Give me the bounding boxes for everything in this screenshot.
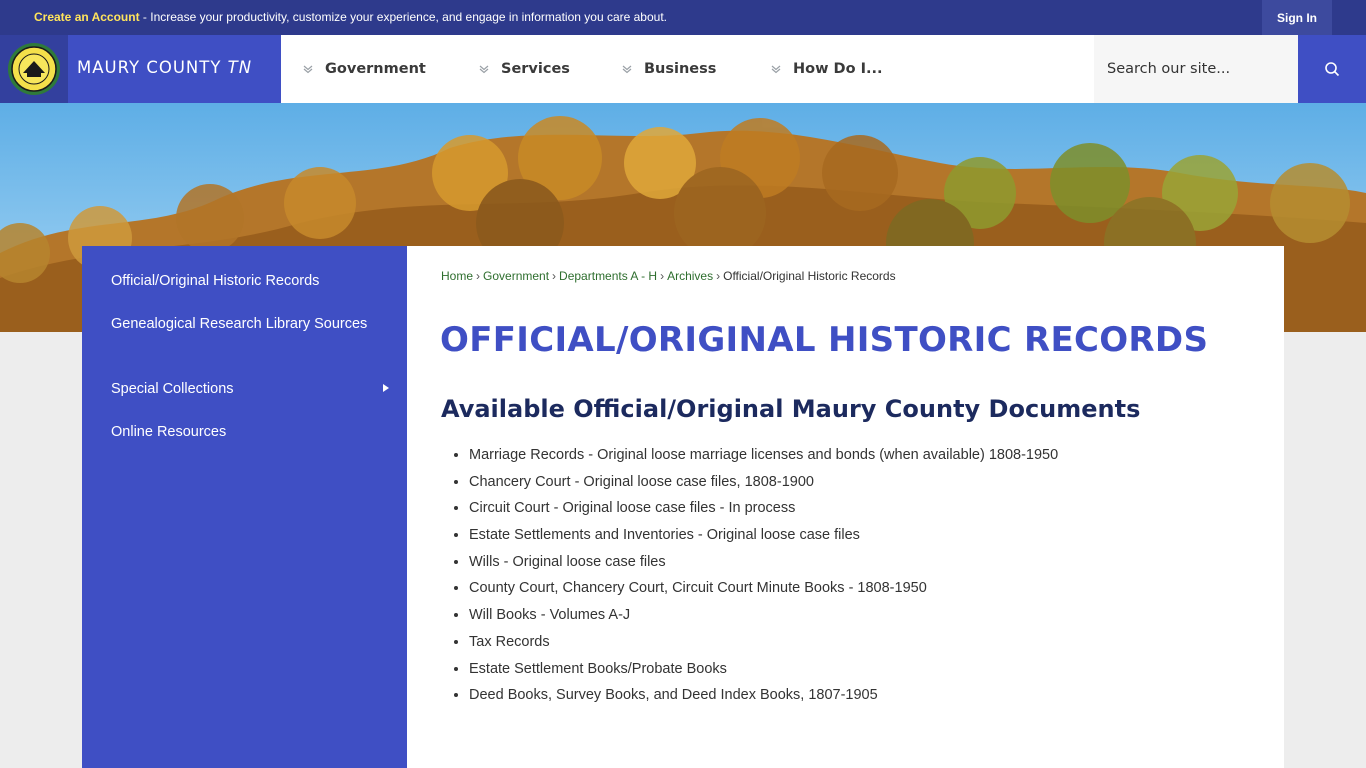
page-title: OFFICIAL/ORIGINAL HISTORIC RECORDS	[440, 320, 1209, 360]
list-item: Circuit Court - Original loose case file…	[469, 496, 1058, 523]
nav-label: Services	[501, 61, 570, 77]
list-item: Estate Settlements and Inventories - Ori…	[469, 523, 1058, 550]
sidebar-item-online-resources[interactable]: Online Resources	[111, 421, 371, 443]
nav-label: Business	[644, 61, 717, 77]
sidebar-item-historic-records[interactable]: Official/Original Historic Records	[111, 270, 371, 292]
breadcrumb-separator: ›	[552, 269, 557, 283]
nav-label: Government	[325, 61, 426, 77]
breadcrumb-archives[interactable]: Archives	[667, 269, 713, 283]
breadcrumb-current: Official/Original Historic Records	[723, 269, 896, 283]
breadcrumb-separator: ›	[476, 269, 481, 283]
chevron-down-icon	[622, 65, 632, 74]
list-item: Wills - Original loose case files	[469, 550, 1058, 577]
nav-services[interactable]: Services	[479, 35, 570, 103]
sidebar-item-genealogical-research[interactable]: Genealogical Research Library Sources	[111, 313, 371, 335]
breadcrumb-home[interactable]: Home	[441, 269, 473, 283]
promo-text: - Increase your productivity, customize …	[139, 10, 667, 24]
search-icon	[1325, 62, 1340, 77]
site-brand[interactable]: MAURY COUNTY TN	[0, 35, 281, 103]
breadcrumb: Home › Government › Departments A - H › Archiv…	[441, 269, 896, 283]
breadcrumb-government[interactable]: Government	[483, 269, 549, 283]
create-account-link[interactable]: Create an Account	[34, 10, 140, 24]
breadcrumb-departments[interactable]: Departments A - H	[559, 269, 657, 283]
list-item: County Court, Chancery Court, Circuit Co…	[469, 576, 1058, 603]
main-content: Home › Government › Departments A - H › Archiv…	[407, 246, 1284, 768]
list-item: Marriage Records - Original loose marria…	[469, 443, 1058, 470]
list-item: Estate Settlement Books/Probate Books	[469, 657, 1058, 684]
site-search	[1094, 35, 1298, 103]
sidebar-item-special-collections[interactable]: Special Collections	[111, 378, 371, 400]
submenu-arrow-icon[interactable]	[383, 384, 389, 392]
search-input[interactable]	[1107, 61, 1292, 77]
county-seal-logo[interactable]	[0, 35, 68, 103]
nav-business[interactable]: Business	[622, 35, 716, 103]
nav-label: How Do I...	[793, 61, 883, 77]
list-item: Chancery Court - Original loose case fil…	[469, 470, 1058, 497]
search-button[interactable]	[1298, 35, 1366, 103]
site-name[interactable]: MAURY COUNTY TN	[77, 58, 252, 77]
list-item: Will Books - Volumes A-J	[469, 603, 1058, 630]
breadcrumb-separator: ›	[716, 269, 721, 283]
documents-list: Marriage Records - Original loose marria…	[469, 443, 1058, 710]
top-bar: Create an Account - Increase your produc…	[0, 0, 1366, 35]
create-account-promo: Create an Account - Increase your produc…	[34, 10, 667, 24]
chevron-down-icon	[771, 65, 781, 74]
chevron-down-icon	[303, 65, 313, 74]
list-item: Tax Records	[469, 630, 1058, 657]
sign-in-button[interactable]: Sign In	[1262, 0, 1332, 35]
sidebar-nav: Official/Original Historic Records Genea…	[82, 246, 407, 768]
breadcrumb-separator: ›	[660, 269, 665, 283]
site-header: MAURY COUNTY TN Government Services Busi…	[0, 35, 1366, 103]
list-item: Deed Books, Survey Books, and Deed Index…	[469, 683, 1058, 710]
site-name-suffix: TN	[227, 58, 253, 77]
nav-how-do-i[interactable]: How Do I...	[771, 35, 883, 103]
chevron-down-icon	[479, 65, 489, 74]
section-title: Available Official/Original Maury County…	[441, 395, 1141, 423]
nav-government[interactable]: Government	[303, 35, 426, 103]
site-name-text: MAURY COUNTY	[77, 58, 222, 77]
